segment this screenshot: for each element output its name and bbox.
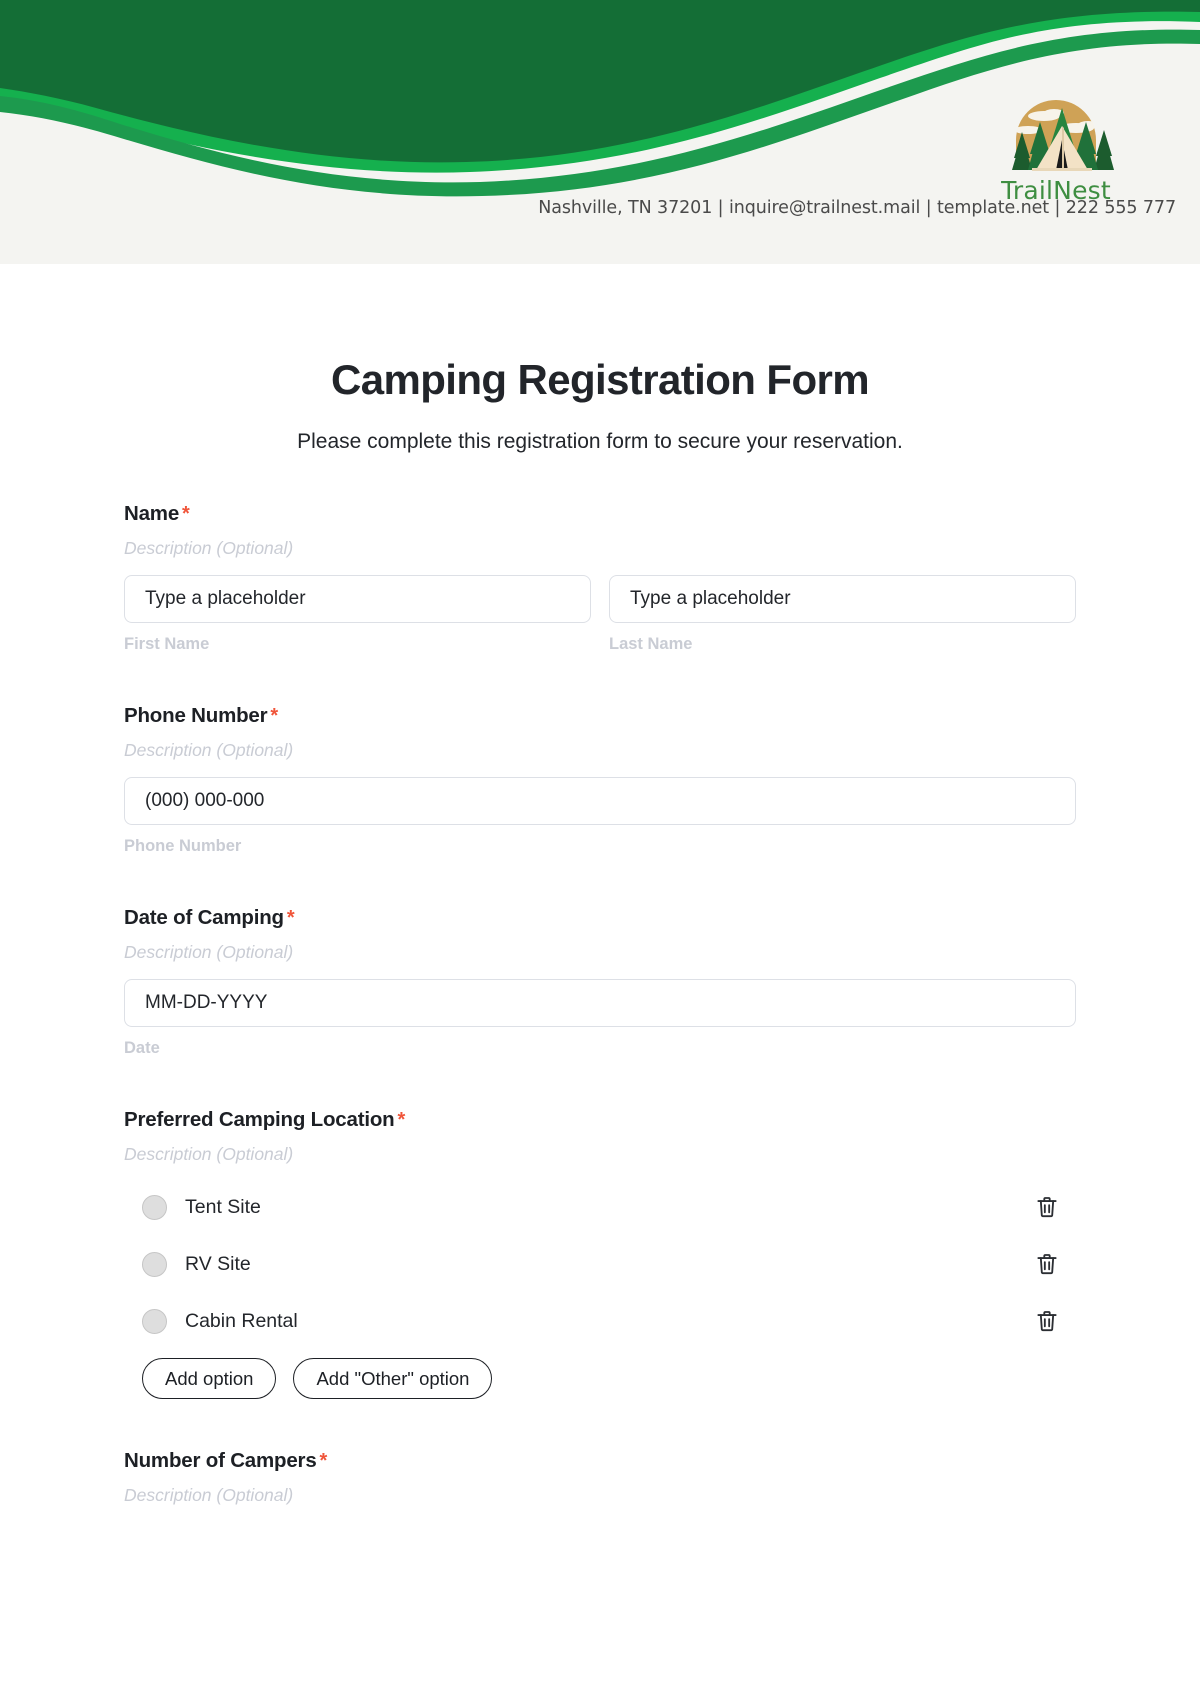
date-col: Date xyxy=(124,979,1076,1058)
add-option-buttons: Add option Add "Other" option xyxy=(124,1358,1076,1399)
add-option-button[interactable]: Add option xyxy=(142,1358,277,1399)
field-phone-number: Phone Number* Description (Optional) Pho… xyxy=(124,704,1076,856)
required-asterisk: * xyxy=(182,503,190,525)
label-text: Preferred Camping Location xyxy=(124,1108,395,1131)
location-options: Tent Site RV Site Cabin Rental Add optio… xyxy=(124,1187,1076,1399)
first-name-sublabel: First Name xyxy=(124,635,210,653)
last-name-input[interactable] xyxy=(609,575,1076,623)
list-item[interactable]: Tent Site xyxy=(124,1187,1076,1227)
field-preferred-camping-location: Preferred Camping Location * Description … xyxy=(124,1108,1076,1399)
field-description-campers: Description (Optional) xyxy=(124,1485,294,1505)
form-subtitle: Please complete this registration form t… xyxy=(297,430,903,453)
required-asterisk: * xyxy=(319,1450,328,1472)
brand-logo-block: TrailNest xyxy=(936,88,1176,205)
label-text: Phone Number xyxy=(124,704,268,727)
contact-info: Nashville, TN 37201 | inquire@trailnest.… xyxy=(538,198,1176,218)
last-name-col: Last Name xyxy=(609,575,1076,654)
list-item[interactable]: Cabin Rental xyxy=(124,1301,1076,1341)
option-label: Cabin Rental xyxy=(185,1309,298,1332)
phone-col: Phone Number xyxy=(124,777,1076,856)
required-asterisk: * xyxy=(397,1109,406,1131)
label-text: Name xyxy=(124,502,180,525)
field-description-location: Description (Optional) xyxy=(124,1144,294,1164)
field-label-date: Date of Camping * xyxy=(124,906,1076,930)
trash-icon[interactable] xyxy=(1034,1251,1060,1277)
first-name-input[interactable] xyxy=(124,575,591,623)
list-item[interactable]: RV Site xyxy=(124,1244,1076,1284)
trash-icon[interactable] xyxy=(1034,1308,1060,1334)
trash-icon[interactable] xyxy=(1034,1194,1060,1220)
tent-forest-logo-icon xyxy=(1012,100,1114,171)
phone-input-row: Phone Number xyxy=(124,777,1076,856)
option-label: RV Site xyxy=(185,1252,251,1275)
field-label-number-of-campers: Number of Campers * xyxy=(124,1449,1076,1473)
date-input[interactable] xyxy=(124,979,1076,1027)
required-asterisk: * xyxy=(270,705,278,727)
field-label-name: Name * xyxy=(124,502,1076,526)
page-title: Camping Registration Form xyxy=(330,356,870,403)
option-label: Tent Site xyxy=(185,1195,261,1218)
date-input-row: Date xyxy=(124,979,1076,1058)
radio-button-tent-site[interactable] xyxy=(142,1194,167,1220)
field-description-name: Description (Optional) xyxy=(124,538,294,558)
field-description-phone: Description (Optional) xyxy=(124,740,294,760)
phone-sublabel: Phone Number xyxy=(124,837,242,855)
field-name: Name* Description (Optional) First Name … xyxy=(124,502,1076,654)
label-text: Date of Camping xyxy=(124,906,284,929)
required-asterisk: * xyxy=(286,907,295,929)
field-description-date: Description (Optional) xyxy=(124,942,294,962)
radio-button-rv-site[interactable] xyxy=(142,1251,167,1277)
page-header: TrailNest Nashville, TN 37201 | inquire@… xyxy=(0,0,1200,264)
field-date-of-camping: Date of Camping * Description (Optional) … xyxy=(124,906,1076,1058)
field-label-phone-number: Phone Number * xyxy=(124,704,1076,728)
field-number-of-campers: Number of Campers * Description (Optional… xyxy=(124,1449,1076,1506)
form-page: TrailNest Nashville, TN 37201 | inquire@… xyxy=(0,0,1200,1701)
date-sublabel: Date xyxy=(124,1039,160,1057)
form-body: Camping Registration Form Please complet… xyxy=(0,356,1200,1506)
field-label-location: Preferred Camping Location * xyxy=(124,1108,1076,1132)
add-other-option-button[interactable]: Add "Other" option xyxy=(293,1358,493,1399)
name-input-row: First Name Last Name xyxy=(124,575,1076,654)
radio-button-cabin-rental[interactable] xyxy=(142,1308,167,1334)
label-text: Number of Campers xyxy=(124,1449,317,1472)
last-name-sublabel: Last Name xyxy=(609,635,693,653)
first-name-col: First Name xyxy=(124,575,591,654)
phone-number-input[interactable] xyxy=(124,777,1076,825)
